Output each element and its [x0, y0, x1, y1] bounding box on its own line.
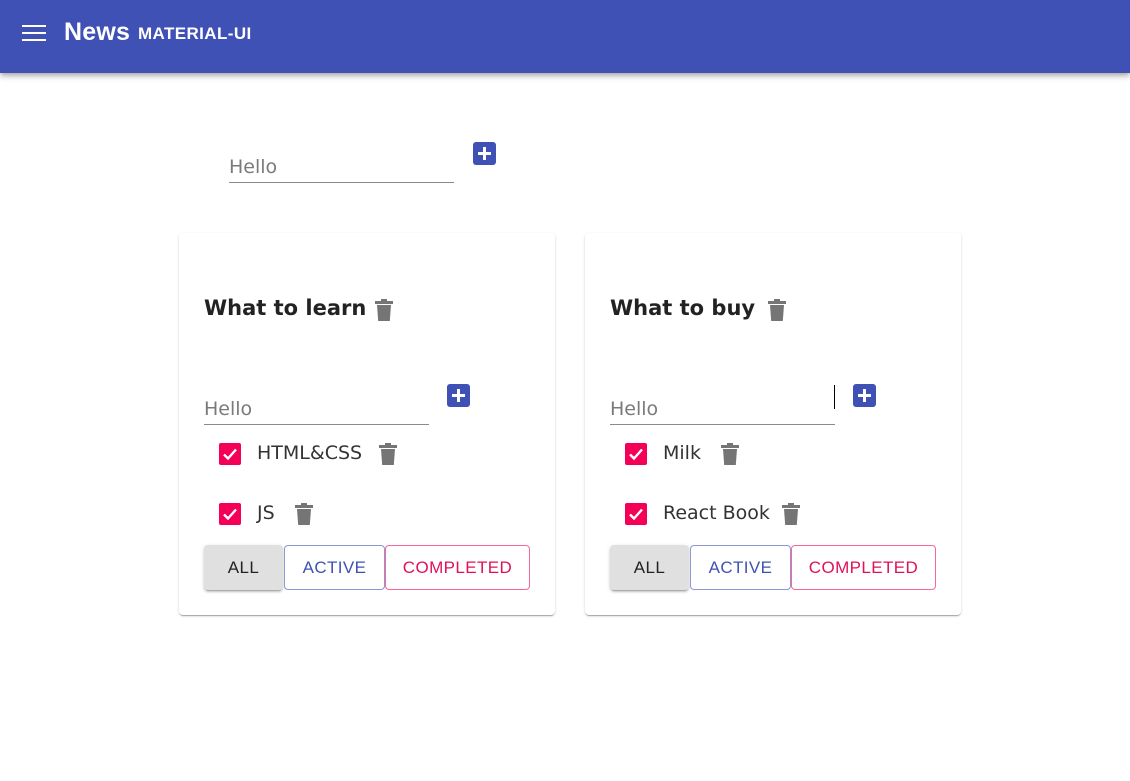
task-checkbox[interactable] — [625, 503, 647, 525]
task-label: HTML&CSS — [257, 442, 363, 464]
filter-active-button[interactable]: ACTIVE — [690, 545, 791, 590]
filter-completed-button[interactable]: COMPLETED — [385, 545, 530, 590]
app-subtitle: MATERIAL-UI — [138, 24, 252, 43]
delete-list-icon[interactable] — [375, 299, 393, 321]
task-label: React Book — [663, 502, 770, 524]
new-task-input[interactable] — [204, 383, 429, 424]
delete-task-icon[interactable] — [782, 503, 800, 525]
filter-completed-button[interactable]: COMPLETED — [791, 545, 936, 590]
menu-icon[interactable] — [22, 25, 46, 41]
add-task-icon[interactable] — [447, 384, 470, 407]
new-list-field[interactable] — [229, 141, 454, 183]
add-list-icon[interactable] — [473, 142, 496, 165]
task-label: JS — [257, 502, 275, 524]
todolist-card-learn: What to learn HTML&CSS JS ALL ACTIVE COM… — [179, 233, 555, 615]
task-checkbox[interactable] — [625, 443, 647, 465]
new-task-input[interactable] — [610, 383, 835, 424]
delete-task-icon[interactable] — [295, 503, 313, 525]
task-item: JS — [179, 496, 555, 532]
app-title: News — [64, 18, 131, 46]
task-label: Milk — [663, 442, 701, 464]
new-list-input[interactable] — [229, 141, 454, 182]
card-title: What to learn — [204, 296, 367, 320]
app-bar: News MATERIAL-UI — [0, 0, 1130, 73]
delete-task-icon[interactable] — [379, 443, 397, 465]
task-item: React Book — [585, 496, 961, 532]
new-task-field[interactable] — [610, 383, 835, 425]
text-caret — [834, 385, 835, 409]
task-checkbox[interactable] — [219, 503, 241, 525]
todolist-card-buy: What to buy Milk React Book ALL ACTIVE C… — [585, 233, 961, 615]
task-checkbox[interactable] — [219, 443, 241, 465]
filter-all-button[interactable]: ALL — [204, 545, 283, 590]
delete-list-icon[interactable] — [768, 299, 786, 321]
add-task-icon[interactable] — [853, 384, 876, 407]
new-task-field[interactable] — [204, 383, 429, 425]
task-item: HTML&CSS — [179, 436, 555, 472]
task-item: Milk — [585, 436, 961, 472]
filter-active-button[interactable]: ACTIVE — [284, 545, 385, 590]
card-title: What to buy — [610, 296, 756, 320]
filter-all-button[interactable]: ALL — [610, 545, 689, 590]
delete-task-icon[interactable] — [721, 443, 739, 465]
